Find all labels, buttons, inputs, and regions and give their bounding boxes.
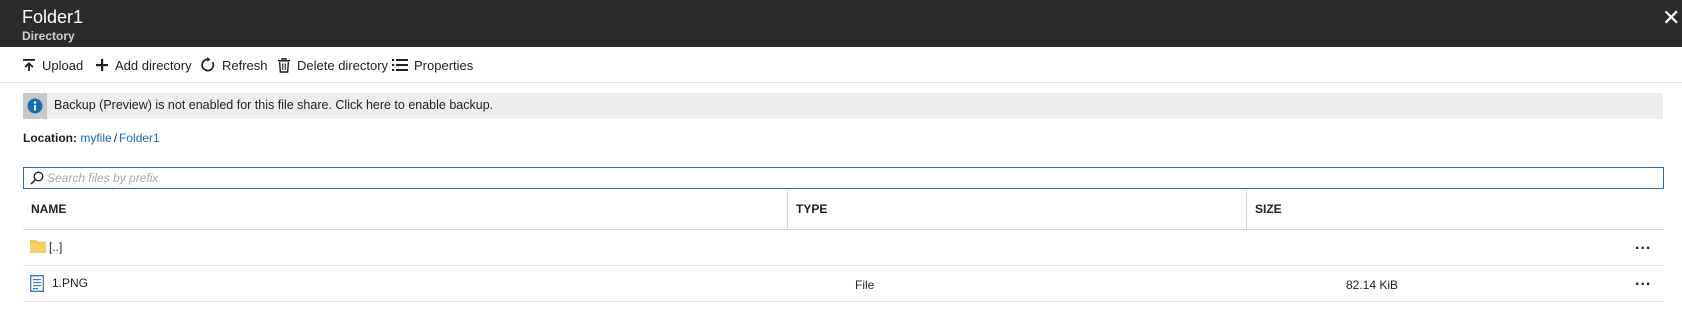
delete-directory-button[interactable]: Delete directory xyxy=(277,54,388,76)
row-size: 82.14 KiB xyxy=(1346,278,1399,292)
banner-message[interactable]: Backup (Preview) is not enabled for this… xyxy=(54,98,493,112)
column-header-type[interactable]: TYPE xyxy=(796,202,827,216)
breadcrumb-separator: / xyxy=(113,131,118,145)
backup-notification-banner[interactable]: Backup (Preview) is not enabled for this… xyxy=(23,93,1663,119)
row-type: File xyxy=(855,278,875,292)
page-subtitle: Directory xyxy=(22,29,75,43)
delete-directory-label: Delete directory xyxy=(297,57,389,73)
folder-icon xyxy=(30,240,46,253)
more-options-button[interactable]: ... xyxy=(1635,236,1651,254)
breadcrumb: Location: myfile / Folder1 xyxy=(23,131,160,145)
row-name[interactable]: [..] xyxy=(49,240,62,254)
search-box xyxy=(23,167,1664,189)
column-divider[interactable] xyxy=(787,190,788,230)
location-label: Location: xyxy=(23,131,77,145)
file-icon xyxy=(30,275,44,292)
info-icon-container xyxy=(23,93,47,119)
refresh-button[interactable]: Refresh xyxy=(200,54,268,76)
column-header-size[interactable]: SIZE xyxy=(1255,202,1282,216)
more-options-button[interactable]: ... xyxy=(1635,272,1651,290)
list-icon xyxy=(392,59,408,71)
plus-icon xyxy=(96,59,108,71)
table-header: NAME TYPE SIZE xyxy=(23,190,1664,230)
search-icon xyxy=(30,171,44,185)
close-icon[interactable]: ✕ xyxy=(1662,6,1682,30)
refresh-label: Refresh xyxy=(222,57,268,73)
command-bar: Upload Add directory Refresh Delete dire… xyxy=(0,47,1682,83)
info-icon xyxy=(27,98,43,114)
properties-button[interactable]: Properties xyxy=(392,54,473,76)
refresh-icon xyxy=(201,57,215,72)
trash-icon xyxy=(278,57,290,73)
upload-label: Upload xyxy=(42,57,84,73)
table-row[interactable]: [..] ... xyxy=(23,230,1664,266)
page-title: Folder1 xyxy=(22,7,84,27)
add-directory-button[interactable]: Add directory xyxy=(95,54,192,76)
properties-label: Properties xyxy=(414,57,474,73)
upload-button[interactable]: Upload xyxy=(22,54,83,76)
add-directory-label: Add directory xyxy=(115,57,192,73)
breadcrumb-link-myfile[interactable]: myfile xyxy=(80,131,111,145)
breadcrumb-link-folder1[interactable]: Folder1 xyxy=(119,131,160,145)
row-name[interactable]: 1.PNG xyxy=(52,276,88,290)
blade-header: Folder1 Directory ✕ xyxy=(0,0,1682,47)
upload-icon xyxy=(23,59,35,71)
table-row[interactable]: 1.PNG File 82.14 KiB ... xyxy=(23,266,1664,302)
column-header-name[interactable]: NAME xyxy=(31,202,66,216)
search-input[interactable] xyxy=(47,169,1647,187)
column-divider[interactable] xyxy=(1246,190,1247,230)
